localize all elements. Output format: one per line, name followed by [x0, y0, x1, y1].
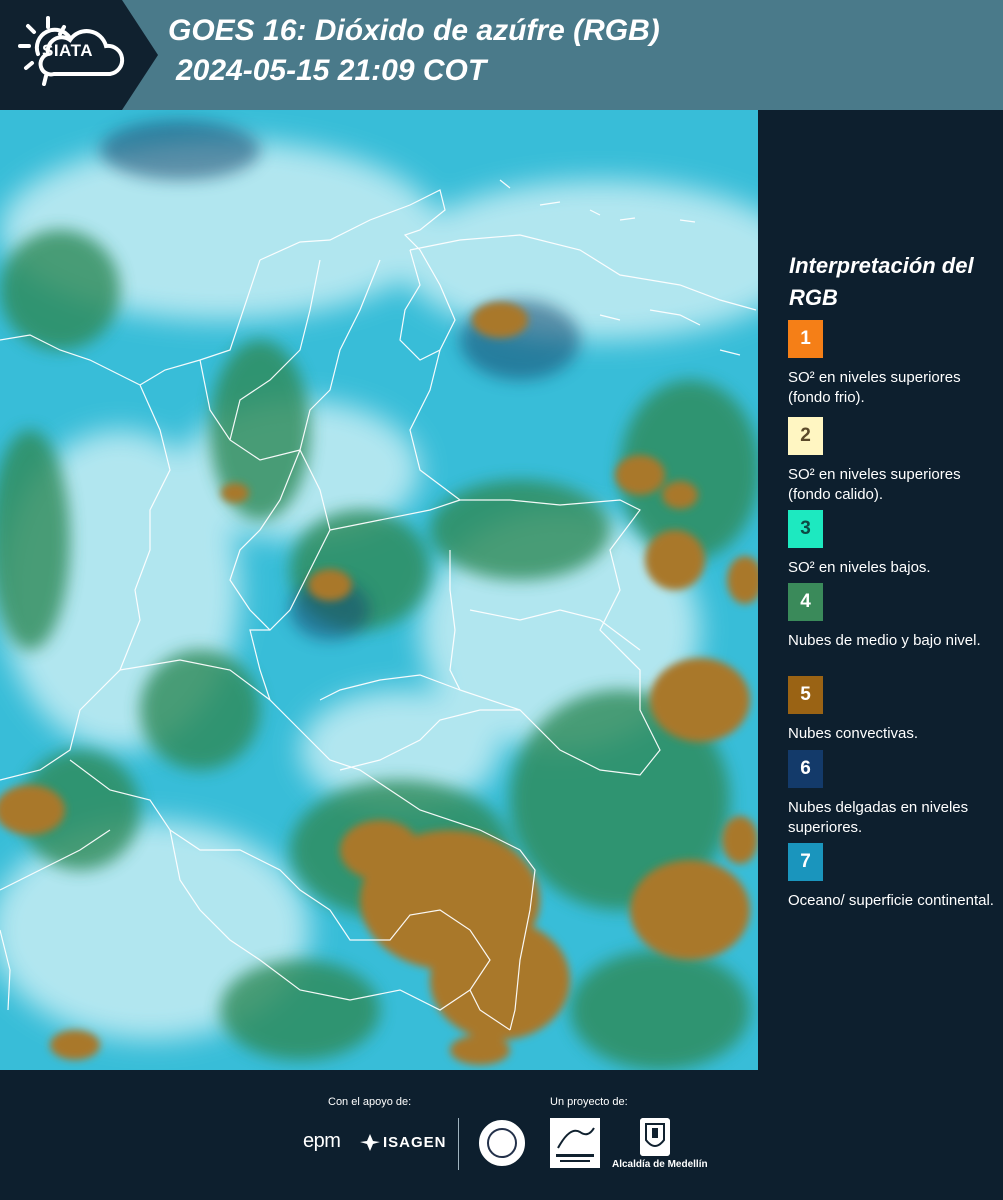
legend-swatch-6: 6 [788, 750, 823, 788]
siata-logo-text: SIATA [42, 41, 93, 60]
legend-item-1: 1 SO² en niveles superiores (fondo frio)… [788, 320, 998, 408]
epm-logo: epm [303, 1130, 341, 1152]
isagen-logo: ISAGEN [383, 1134, 447, 1151]
page-title: GOES 16: Dióxido de azúfre (RGB) [168, 14, 660, 47]
legend-item-2: 2 SO² en niveles superiores (fondo calid… [788, 417, 998, 505]
support-label: Con el apoyo de: [328, 1096, 412, 1108]
legend-label-2: SO² en niveles superiores (fondo calido)… [788, 466, 961, 503]
footer-divider [458, 1118, 459, 1170]
legend-swatch-4: 4 [788, 583, 823, 621]
satellite-image [0, 110, 758, 1070]
satellite-map[interactable] [0, 110, 758, 1070]
legend-title: Interpretación del RGB [789, 253, 974, 310]
alcaldia-label: Alcaldía de Medellín [612, 1159, 708, 1170]
legend-swatch-3: 3 [788, 510, 823, 548]
isagen-icon [360, 1134, 380, 1151]
legend-label-1: SO² en niveles superiores (fondo frio). [788, 369, 961, 406]
area-metropolitana-logo-icon [550, 1118, 600, 1168]
legend-label-5: Nubes convectivas. [788, 725, 919, 742]
project-label: Un proyecto de: [550, 1096, 628, 1108]
legend-panel: Interpretación del RGB 1 SO² en niveles … [758, 110, 1003, 1070]
legend-label-3: SO² en niveles bajos. [788, 559, 931, 576]
legend-swatch-2: 2 [788, 417, 823, 455]
legend-item-7: 7 Oceano/ superficie continental. [788, 843, 998, 911]
legend-item-6: 6 Nubes delgadas en niveles superiores. [788, 750, 998, 838]
medellin-seal-icon [477, 1118, 527, 1168]
legend-label-6: Nubes delgadas en niveles superiores. [788, 799, 969, 836]
legend-swatch-1: 1 [788, 320, 823, 358]
footer: Con el apoyo de: Un proyecto de: epm ISA… [0, 1070, 1003, 1200]
alcaldia-shield-icon [640, 1118, 670, 1156]
legend-swatch-5: 5 [788, 676, 823, 714]
legend-item-5: 5 Nubes convectivas. [788, 676, 998, 744]
header-bar: SIATA GOES 16: Dióxido de azúfre (RGB) 2… [0, 0, 1003, 110]
legend-label-4: Nubes de medio y bajo nivel. [788, 632, 981, 649]
legend-swatch-7: 7 [788, 843, 823, 881]
legend-label-7: Oceano/ superficie continental. [788, 892, 994, 909]
legend-item-4: 4 Nubes de medio y bajo nivel. [788, 583, 998, 651]
timestamp: 2024-05-15 21:09 COT [176, 54, 487, 87]
legend-item-3: 3 SO² en niveles bajos. [788, 510, 998, 578]
